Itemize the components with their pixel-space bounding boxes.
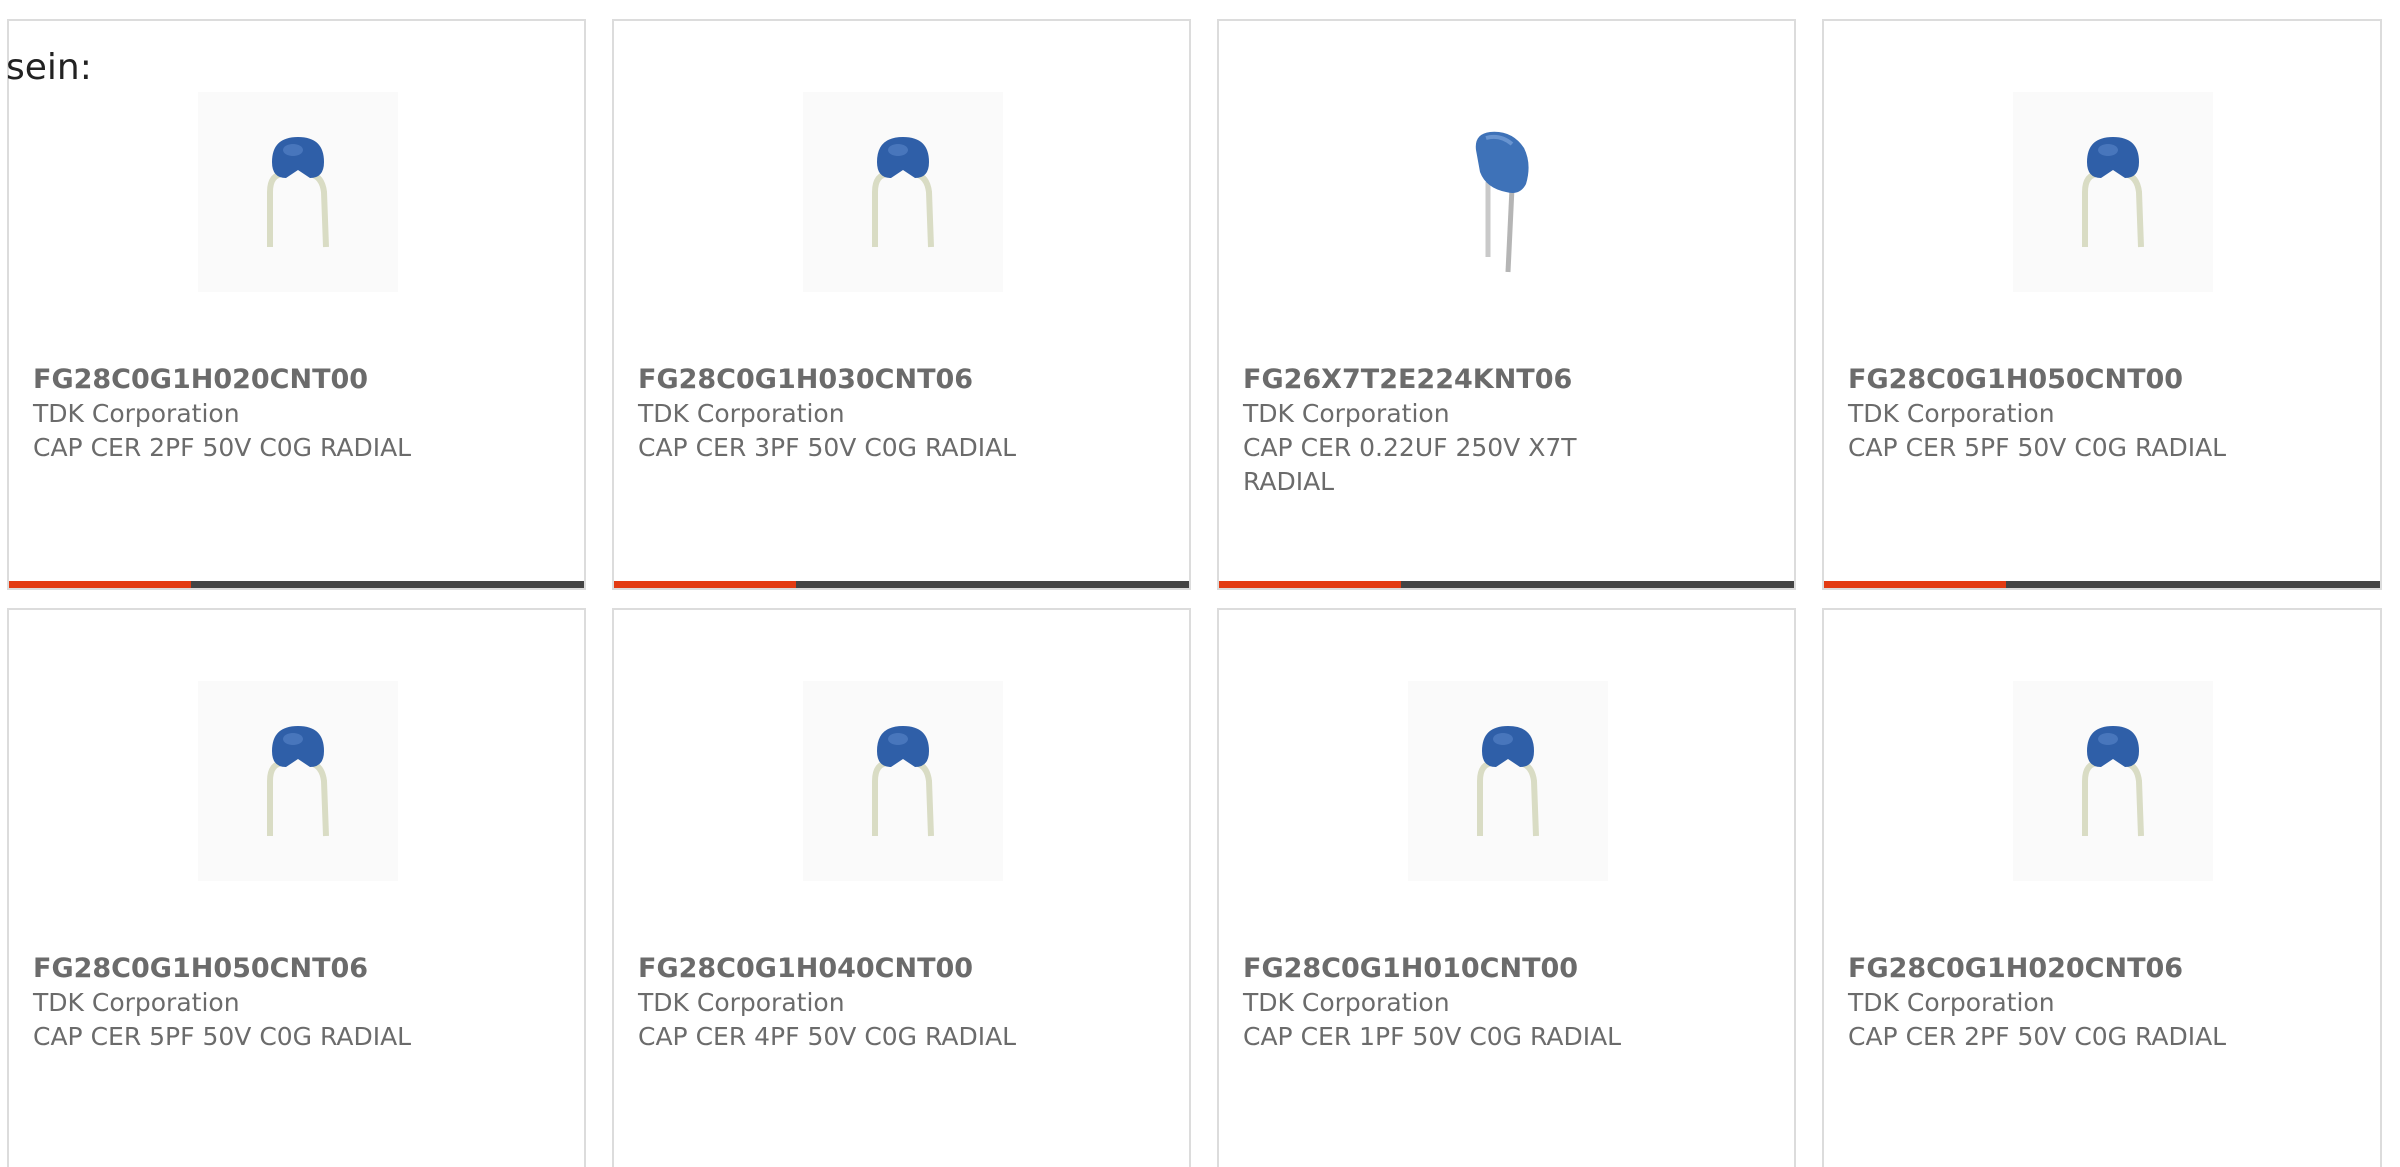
product-card[interactable]: FG28C0G1H050CNT00 TDK Corporation CAP CE… [1822,19,2382,590]
manufacturer: TDK Corporation [638,988,845,1017]
card-bar [9,581,584,588]
product-info: FG28C0G1H050CNT00 TDK Corporation CAP CE… [1848,363,2288,465]
manufacturer: TDK Corporation [33,988,240,1017]
description: CAP CER 4PF 50V C0G RADIAL [638,1022,1017,1051]
product-card[interactable]: FG28C0G1H010CNT00 TDK Corporation CAP CE… [1217,608,1796,1167]
disc-capacitor-icon[interactable] [803,681,1003,881]
product-card[interactable]: FG28C0G1H020CNT00 TDK Corporation CAP CE… [7,19,586,590]
part-number-link[interactable]: FG26X7T2E224KNT06 [1243,363,1683,397]
intro-text: sein: [6,47,92,88]
disc-capacitor-icon[interactable] [198,92,398,292]
product-card[interactable]: FG28C0G1H030CNT06 TDK Corporation CAP CE… [612,19,1191,590]
part-number-link[interactable]: FG28C0G1H020CNT06 [1848,952,2288,986]
manufacturer: TDK Corporation [1243,399,1450,428]
card-bar [1219,581,1794,588]
part-number-link[interactable]: FG28C0G1H040CNT00 [638,952,1078,986]
description: CAP CER 1PF 50V C0G RADIAL [1243,1022,1622,1051]
product-info: FG28C0G1H010CNT00 TDK Corporation CAP CE… [1243,952,1683,1054]
page: sein: FG28C0G1H020CNT00 TDK Corporation … [0,0,2400,1167]
card-bar [1824,581,2380,588]
part-number-link[interactable]: FG28C0G1H030CNT06 [638,363,1078,397]
card-bar-accent [1219,581,1401,588]
card-bar-accent [614,581,796,588]
product-info: FG26X7T2E224KNT06 TDK Corporation CAP CE… [1243,363,1683,499]
manufacturer: TDK Corporation [33,399,240,428]
product-card[interactable]: FG28C0G1H040CNT00 TDK Corporation CAP CE… [612,608,1191,1167]
manufacturer: TDK Corporation [1848,988,2055,1017]
manufacturer: TDK Corporation [1243,988,1450,1017]
description: CAP CER 0.22UF 250V X7T RADIAL [1243,433,1577,496]
description: CAP CER 2PF 50V C0G RADIAL [33,433,412,462]
product-info: FG28C0G1H040CNT00 TDK Corporation CAP CE… [638,952,1078,1054]
disc-capacitor-icon[interactable] [1408,681,1608,881]
part-number-link[interactable]: FG28C0G1H050CNT00 [1848,363,2288,397]
card-bar-accent [1824,581,2006,588]
product-info: FG28C0G1H020CNT00 TDK Corporation CAP CE… [33,363,473,465]
disc-capacitor-icon[interactable] [198,681,398,881]
product-card[interactable]: FG28C0G1H050CNT06 TDK Corporation CAP CE… [7,608,586,1167]
product-grid: FG28C0G1H020CNT00 TDK Corporation CAP CE… [7,19,2400,1167]
product-info: FG28C0G1H020CNT06 TDK Corporation CAP CE… [1848,952,2288,1054]
card-bar [614,581,1189,588]
disc-capacitor-icon[interactable] [803,92,1003,292]
part-number-link[interactable]: FG28C0G1H050CNT06 [33,952,473,986]
description: CAP CER 5PF 50V C0G RADIAL [33,1022,412,1051]
part-number-link[interactable]: FG28C0G1H010CNT00 [1243,952,1683,986]
product-card[interactable]: FG26X7T2E224KNT06 TDK Corporation CAP CE… [1217,19,1796,590]
manufacturer: TDK Corporation [638,399,845,428]
description: CAP CER 2PF 50V C0G RADIAL [1848,1022,2227,1051]
description: CAP CER 3PF 50V C0G RADIAL [638,433,1017,462]
manufacturer: TDK Corporation [1848,399,2055,428]
part-number-link[interactable]: FG28C0G1H020CNT00 [33,363,473,397]
product-card[interactable]: FG28C0G1H020CNT06 TDK Corporation CAP CE… [1822,608,2382,1167]
product-info: FG28C0G1H050CNT06 TDK Corporation CAP CE… [33,952,473,1054]
card-bar-accent [9,581,191,588]
disc-capacitor-icon[interactable] [2013,92,2213,292]
product-info: FG28C0G1H030CNT06 TDK Corporation CAP CE… [638,363,1078,465]
disc-capacitor-icon[interactable] [2013,681,2213,881]
description: CAP CER 5PF 50V C0G RADIAL [1848,433,2227,462]
dipped-capacitor-icon[interactable] [1408,92,1608,292]
